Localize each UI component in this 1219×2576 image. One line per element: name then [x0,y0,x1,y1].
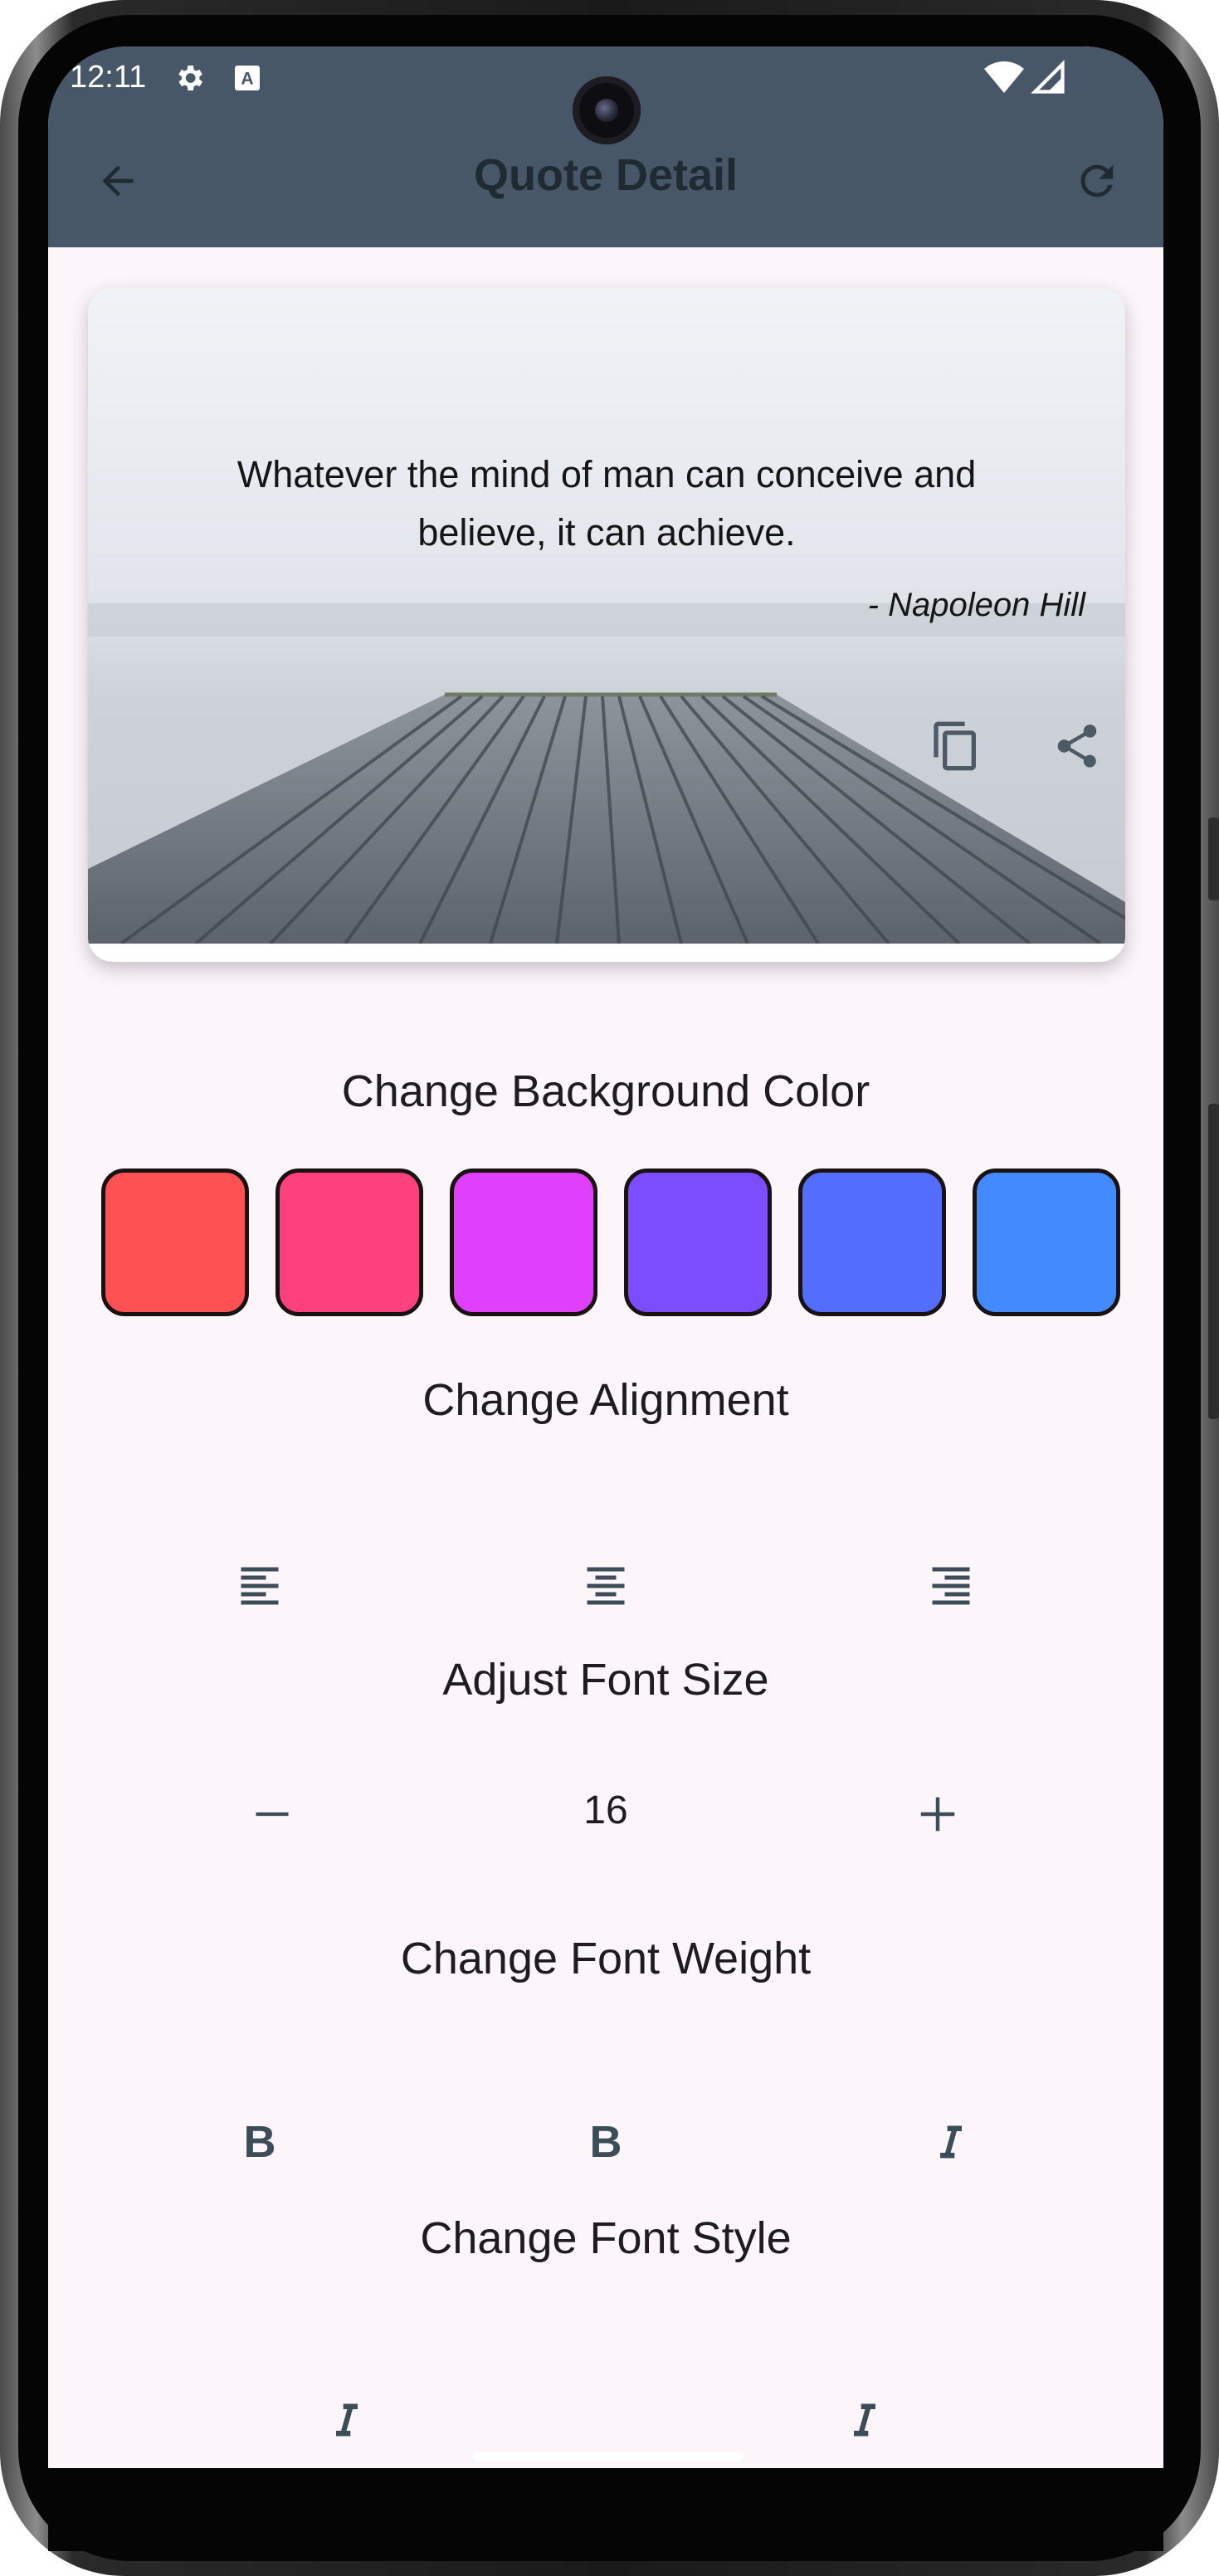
page-title: Quote Detail [473,150,739,200]
align-right-icon [932,1567,970,1605]
front-camera [573,76,641,144]
align-left-button[interactable] [210,1536,310,1636]
volume-button [1208,1104,1219,1419]
navigation-bar [48,2468,1163,2551]
increase-font-button[interactable] [888,1764,987,1864]
app-bar: 12:11 A Quote Detail [48,46,1163,247]
font-style-italic-alt-button[interactable] [815,2370,914,2468]
font-weight-title: Change Font Weight [400,1934,812,1983]
italic-icon [336,2403,358,2437]
font-weight-italic-button[interactable] [901,2092,1001,2192]
italic-icon [854,2403,875,2437]
a-text-icon: A [235,66,260,90]
refresh-button[interactable] [1064,148,1130,214]
color-swatch-purple[interactable] [624,1168,772,1316]
align-left-icon [241,1567,279,1605]
alignment-title: Change Alignment [422,1375,789,1425]
home-indicator[interactable] [473,2452,743,2461]
quote-author: - Napoleon Hill [867,587,1085,623]
bold-label: B [589,2117,622,2167]
align-right-button[interactable] [901,1536,1001,1636]
decrease-font-button[interactable] [222,1764,322,1864]
svg-text:A: A [241,70,253,89]
power-button [1208,817,1219,900]
refresh-icon [1080,164,1114,198]
color-swatch-red[interactable] [101,1168,249,1316]
share-button[interactable] [1042,711,1112,781]
quote-text: Whatever the mind of man can conceive an… [236,453,977,554]
font-weight-bold-button[interactable]: B [210,2092,310,2192]
phone-frame: 12:11 A Quote Detail Whatever the mind o… [0,0,1219,2576]
bold-label: B [243,2117,276,2167]
color-swatch-indigo[interactable] [798,1168,946,1316]
plus-icon [920,1797,955,1832]
font-size-title: Adjust Font Size [442,1655,769,1705]
font-style-italic-button[interactable] [297,2370,397,2468]
quote-card: Whatever the mind of man can conceive an… [88,288,1125,962]
color-swatch-magenta[interactable] [450,1168,597,1316]
minus-icon [256,1812,289,1817]
signal-icon [1031,60,1065,94]
align-center-icon [587,1567,625,1605]
font-size-value: 16 [583,1788,628,1832]
align-center-button[interactable] [556,1536,656,1636]
settings-icon [178,66,202,90]
italic-icon [940,2125,962,2159]
background-color-title: Change Background Color [341,1066,870,1116]
color-swatch-blue[interactable] [973,1168,1120,1316]
wifi-icon [984,61,1024,93]
status-time: 12:11 [70,60,147,95]
share-icon [1057,724,1097,768]
copy-button[interactable] [921,711,991,781]
color-swatch-pink[interactable] [275,1168,423,1316]
font-style-title: Change Font Style [420,2213,792,2263]
copy-icon [934,721,976,771]
screen: 12:11 A Quote Detail Whatever the mind o… [48,46,1163,2468]
font-weight-bolder-button[interactable]: B [556,2092,656,2192]
